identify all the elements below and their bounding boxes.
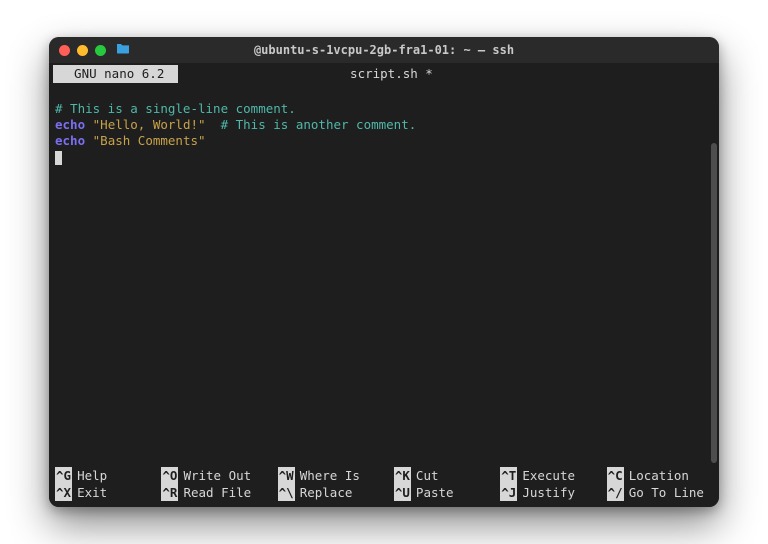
shortcut-key: ^U [394,484,411,501]
shortcut-key: ^\ [278,484,295,501]
shortcut-label: Write Out [183,467,251,484]
shortcut-key: ^O [161,467,178,484]
terminal-window: @ubuntu-s-1vcpu-2gb-fra1-01: ~ — ssh GNU… [49,37,719,507]
titlebar: @ubuntu-s-1vcpu-2gb-fra1-01: ~ — ssh [49,37,719,63]
shortcut-label: Exit [77,484,107,501]
shortcut-key: ^/ [607,484,624,501]
shortcut-key: ^T [500,467,517,484]
folder-icon [116,43,130,57]
code-string: "Hello, World!" [93,117,206,132]
shortcut-label: Paste [416,484,454,501]
code-keyword: echo [55,133,85,148]
shortcut-label: Go To Line [629,484,704,501]
shortcut-key: ^W [278,467,295,484]
shortcut-label: Execute [522,467,575,484]
window-title: @ubuntu-s-1vcpu-2gb-fra1-01: ~ — ssh [49,43,719,57]
code-comment: # This is a single-line comment. [55,101,296,116]
shortcut-label: Location [629,467,689,484]
shortcut-key: ^R [161,484,178,501]
shortcut-row: ^G Help ^O Write Out ^W Where Is ^K Cut ^T Ex… [55,467,713,484]
close-icon[interactable] [59,45,70,56]
nano-header: GNU nano 6.2 script.sh * [49,63,719,83]
shortcut-label: Replace [300,484,353,501]
shortcut-key: ^X [55,484,72,501]
cursor-icon [55,151,62,165]
nano-shortcuts: ^G Help ^O Write Out ^W Where Is ^K Cut ^T Ex… [49,465,719,507]
zoom-icon[interactable] [95,45,106,56]
nano-filename: script.sh * [178,65,605,83]
shortcut-row: ^X Exit ^R Read File ^\ Replace ^U Paste ^J J… [55,484,713,501]
shortcut-label: Cut [416,467,439,484]
shortcut-label: Help [77,467,107,484]
shortcut-label: Read File [183,484,251,501]
nano-version: GNU nano 6.2 [53,65,178,83]
code-comment: # This is another comment. [206,117,417,132]
shortcut-label: Justify [522,484,575,501]
shortcut-key: ^K [394,467,411,484]
code-keyword: echo [55,117,85,132]
code-string: "Bash Comments" [93,133,206,148]
traffic-lights [59,45,106,56]
minimize-icon[interactable] [77,45,88,56]
shortcut-key: ^G [55,467,72,484]
scrollbar[interactable] [711,143,717,463]
shortcut-key: ^C [607,467,624,484]
shortcut-key: ^J [500,484,517,501]
shortcut-label: Where Is [300,467,360,484]
editor-area[interactable]: # This is a single-line comment. echo "H… [49,83,719,465]
